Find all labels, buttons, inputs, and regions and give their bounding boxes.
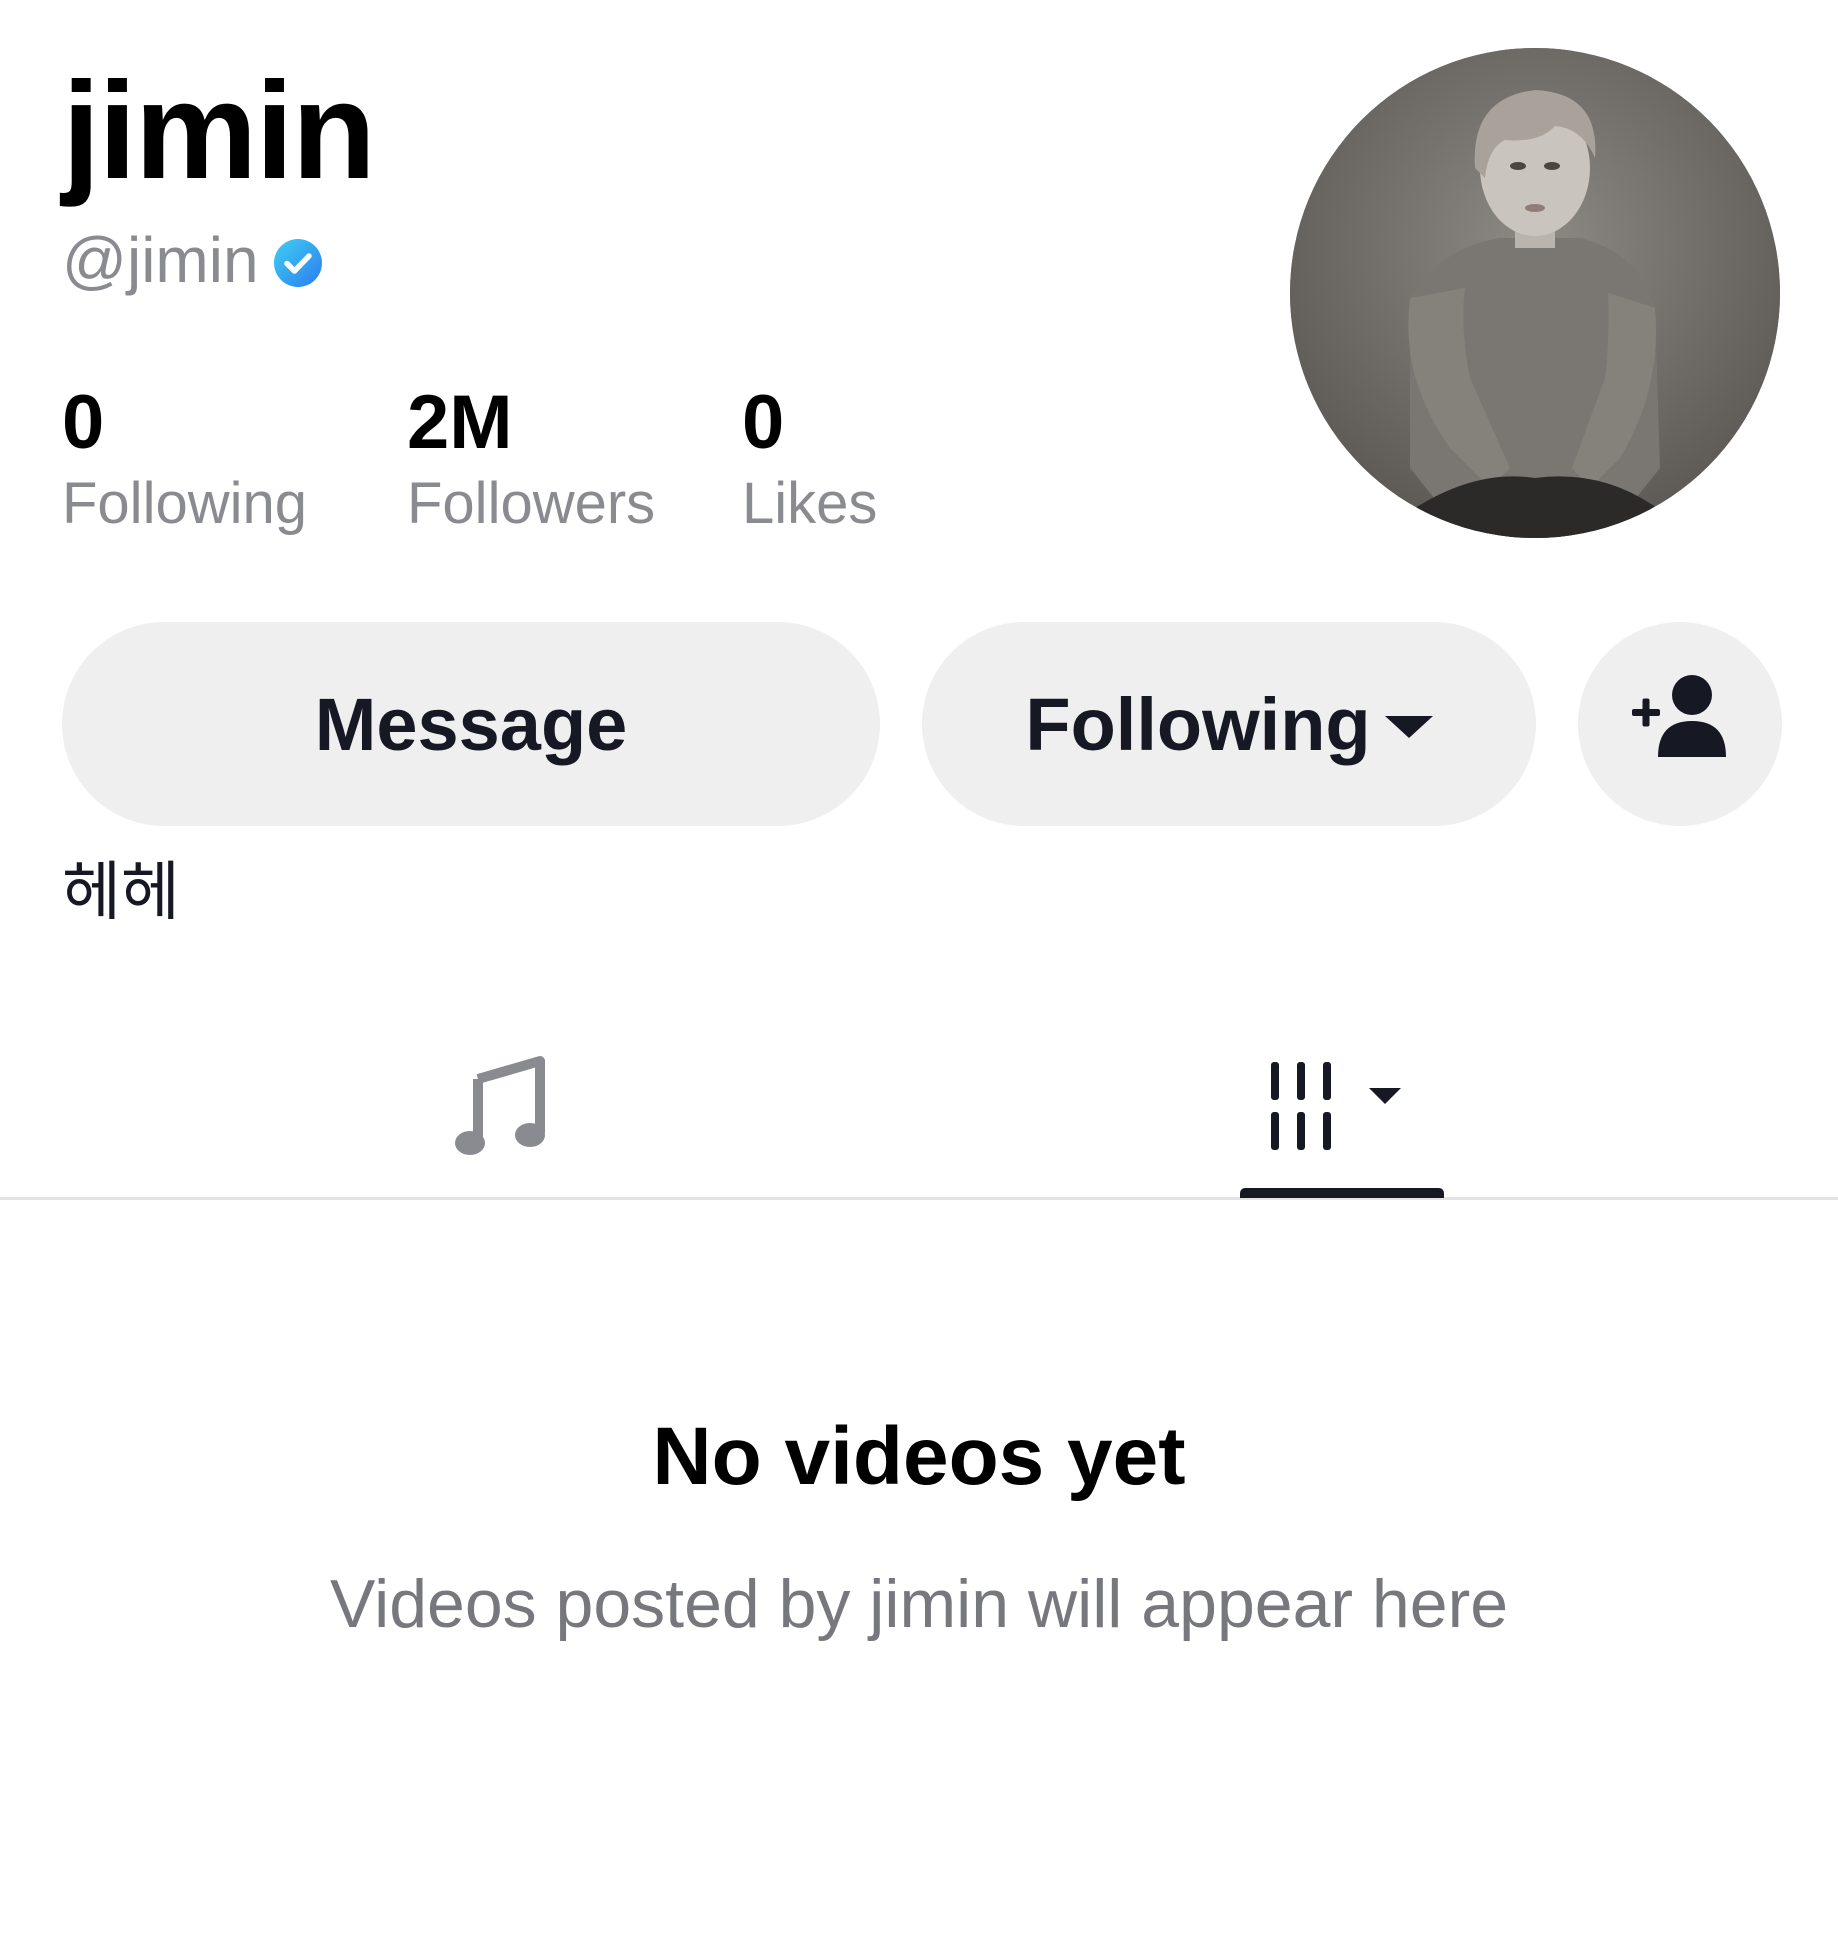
following-dropdown-button[interactable]: Following xyxy=(922,622,1536,826)
empty-state-subtitle: Videos posted by jimin will appear here xyxy=(329,1566,1509,1642)
add-friend-button[interactable] xyxy=(1578,622,1782,826)
content-tabs xyxy=(0,1020,1838,1200)
following-count: 0 xyxy=(62,380,105,465)
message-button-label: Message xyxy=(314,682,628,766)
handle-row: @jimin xyxy=(62,228,323,292)
followers-label: Followers xyxy=(407,471,656,536)
stat-followers[interactable]: 2M Followers xyxy=(407,385,655,533)
music-note-icon xyxy=(454,1055,546,1162)
following-button-label: Following xyxy=(1025,682,1371,766)
following-label: Following xyxy=(62,471,307,536)
message-button[interactable]: Message xyxy=(62,622,880,826)
display-name: jimin xyxy=(62,54,376,208)
tab-music[interactable] xyxy=(400,1020,600,1197)
active-tab-indicator xyxy=(1240,1188,1444,1198)
add-user-icon xyxy=(1630,671,1730,778)
verified-badge-icon xyxy=(273,238,323,288)
likes-label: Likes xyxy=(742,471,878,536)
followers-count: 2M xyxy=(407,380,513,465)
empty-state-title: No videos yet xyxy=(652,1411,1186,1502)
grid-dropdown-icon xyxy=(1267,1056,1417,1161)
tab-videos[interactable] xyxy=(1240,1020,1444,1197)
profile-bio: 헤헤 xyxy=(62,856,180,928)
stat-following[interactable]: 0 Following xyxy=(62,385,307,533)
profile-avatar[interactable] xyxy=(1290,48,1780,538)
username-handle: @jimin xyxy=(62,224,259,296)
stat-likes[interactable]: 0 Likes xyxy=(742,385,877,533)
likes-count: 0 xyxy=(742,380,785,465)
caret-down-icon xyxy=(1384,716,1433,738)
